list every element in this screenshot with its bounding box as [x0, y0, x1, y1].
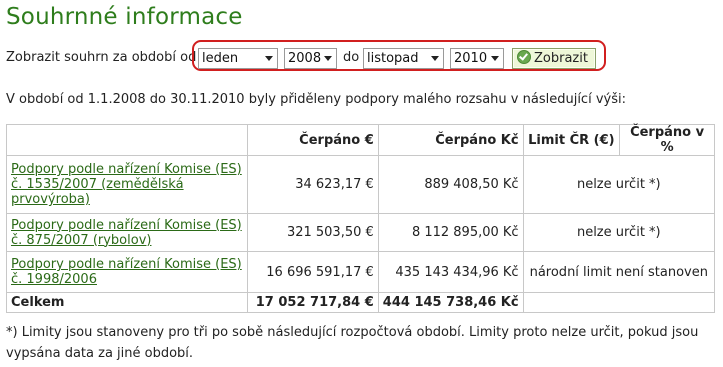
- support-type-link[interactable]: Podpory podle nařízení Komise (ES) č. 15…: [11, 162, 242, 207]
- to-year-value: 2010: [454, 51, 488, 66]
- support-type-cell: Podpory podle nařízení Komise (ES) č. 19…: [6, 251, 248, 293]
- limit-cell: nelze určit *): [522, 213, 716, 252]
- table-header-row: Čerpáno € Čerpáno Kč Limit ČR (€) Čerpán…: [6, 124, 715, 156]
- chevron-down-icon: [431, 56, 439, 61]
- total-czk-cell: 444 145 738,46 Kč: [377, 292, 524, 313]
- from-month-select[interactable]: leden: [198, 48, 278, 69]
- support-type-cell: Podpory podle nařízení Komise (ES) č. 87…: [6, 213, 248, 252]
- support-type-cell: Podpory podle nařízení Komise (ES) č. 15…: [6, 155, 248, 214]
- from-month-value: leden: [202, 51, 239, 66]
- chevron-down-icon: [265, 56, 273, 61]
- to-month-value: listopad: [367, 51, 419, 66]
- drawn-czk-cell: 889 408,50 Kč: [377, 155, 524, 214]
- limit-cell: nelze určit *): [522, 155, 716, 214]
- table-total-row: Celkem 17 052 717,84 € 444 145 738,46 Kč: [6, 292, 716, 313]
- to-label: do: [343, 50, 360, 65]
- total-empty-cell: [522, 292, 716, 313]
- column-header: Čerpáno €: [246, 124, 379, 156]
- total-eur-cell: 17 052 717,84 €: [246, 292, 379, 313]
- column-header: Čerpáno Kč: [377, 124, 524, 156]
- support-summary-table: Čerpáno € Čerpáno Kč Limit ČR (€) Čerpán…: [6, 124, 716, 313]
- check-icon: [517, 50, 531, 64]
- drawn-czk-cell: 8 112 895,00 Kč: [377, 213, 524, 252]
- table-row: Podpory podle nařízení Komise (ES) č. 19…: [6, 251, 716, 293]
- chevron-down-icon: [491, 56, 499, 61]
- show-summary-button-label: Zobrazit: [534, 51, 588, 66]
- column-header: Limit ČR (€): [522, 124, 621, 156]
- page-title: Souhrnné informace: [6, 4, 243, 30]
- from-year-value: 2008: [288, 51, 322, 66]
- drawn-eur-cell: 321 503,50 €: [246, 213, 379, 252]
- to-month-select[interactable]: listopad: [363, 48, 444, 69]
- total-label: Celkem: [6, 292, 248, 313]
- drawn-eur-cell: 34 623,17 €: [246, 155, 379, 214]
- support-type-link[interactable]: Podpory podle nařízení Komise (ES) č. 87…: [11, 218, 242, 248]
- period-filter-label: Zobrazit souhrn za období od: [6, 50, 197, 65]
- support-type-link[interactable]: Podpory podle nařízení Komise (ES) č. 19…: [11, 257, 242, 287]
- column-header: Čerpáno v %: [619, 124, 715, 156]
- chevron-down-icon: [324, 56, 332, 61]
- from-year-select[interactable]: 2008: [284, 48, 337, 69]
- table-row: Podpory podle nařízení Komise (ES) č. 15…: [6, 155, 716, 214]
- drawn-czk-cell: 435 143 434,96 Kč: [377, 251, 524, 293]
- limit-cell: národní limit není stanoven: [522, 251, 716, 293]
- show-summary-button[interactable]: Zobrazit: [512, 48, 596, 69]
- period-filter: Zobrazit souhrn za období od leden 2008 …: [6, 40, 718, 71]
- footnote: *) Limity jsou stanoveny pro tři po sobě…: [6, 325, 699, 361]
- period-description: V období od 1.1.2008 do 30.11.2010 byly …: [6, 92, 626, 107]
- drawn-eur-cell: 16 696 591,17 €: [246, 251, 379, 293]
- table-row: Podpory podle nařízení Komise (ES) č. 87…: [6, 213, 716, 252]
- column-header: [6, 124, 248, 156]
- to-year-select[interactable]: 2010: [450, 48, 504, 69]
